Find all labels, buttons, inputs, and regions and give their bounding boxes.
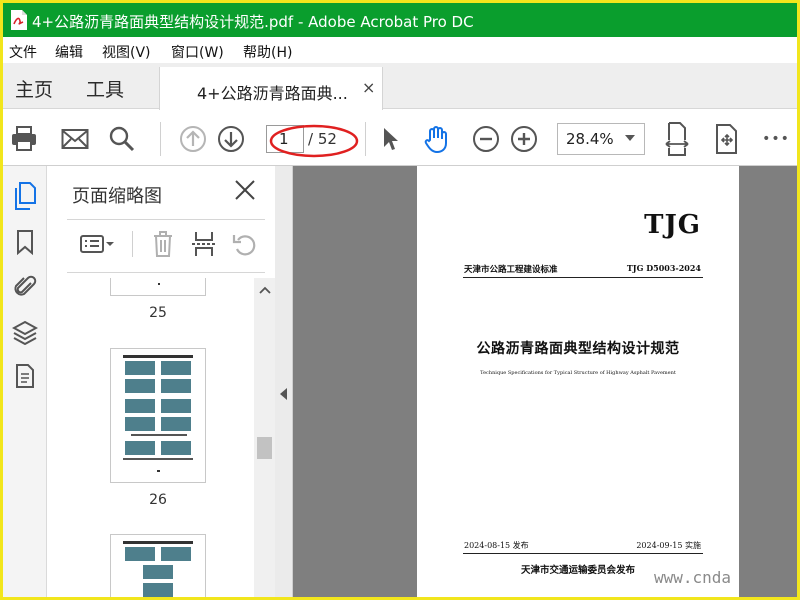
more-icon[interactable]: ••• [760,124,792,154]
scrollbar-thumb[interactable] [257,437,272,459]
menu-edit[interactable]: 编辑 [55,42,83,62]
document-title: 公路沥青路面典型结构设计规范 [476,341,680,357]
pdf-page: TJG 天津市公路工程建设标准 TJG D5003-2024 公路沥青路面典型结… [417,166,739,597]
annotation-ellipse [269,124,359,158]
collapse-panel-icon[interactable] [280,388,287,400]
panel-splitter[interactable] [275,166,293,597]
menu-view[interactable]: 视图(V) [102,42,151,62]
rotate-page-icon[interactable] [229,229,261,259]
document-tab-label: 4+公路沥青路面典... [197,84,348,103]
site-watermark: www.cnda [654,568,732,587]
issue-date: 2024-08-15 发布 [464,541,529,550]
document-view: TJG 天津市公路工程建设标准 TJG D5003-2024 公路沥青路面典型结… [275,166,797,597]
footer-rule [463,553,703,554]
rotate-view-icon[interactable] [711,122,743,156]
thumbnail-page-number: 25 [149,305,167,321]
close-tab-icon[interactable]: × [362,78,375,97]
header-rule [463,277,703,278]
thumbnails-panel: 页面缩略图 25 26 [47,166,275,597]
left-icon-strip [3,166,47,597]
thumbnail-page-27[interactable] [110,534,206,597]
thumbnail-options-icon[interactable] [77,229,117,259]
panel-divider [67,219,265,220]
standard-brand: TJG [644,210,701,240]
page-down-icon[interactable] [215,124,247,154]
menu-file[interactable]: 文件 [9,42,37,62]
zoom-level-value: 28.4% [566,130,614,148]
scroll-up-icon[interactable] [259,286,271,294]
panel-separator [132,231,133,257]
tab-document[interactable]: 4+公路沥青路面典... × [159,67,383,110]
bookmarks-icon[interactable] [12,228,38,256]
thumbnail-content [123,355,193,472]
fit-width-icon[interactable] [661,122,693,156]
tab-tools[interactable]: 工具 [86,75,124,102]
chevron-down-icon [625,135,635,141]
tab-home[interactable]: 主页 [15,75,53,102]
window-title: 4+公路沥青路面典型结构设计规范.pdf - Adobe Acrobat Pro… [32,13,474,31]
menu-window[interactable]: 窗口(W) [171,42,224,62]
layers-icon[interactable] [12,318,38,346]
document-properties-icon[interactable] [12,362,38,390]
menu-help[interactable]: 帮助(H) [243,42,292,62]
thumbnail-page-25[interactable] [110,278,206,296]
toolbar-separator [365,122,366,156]
print-icon[interactable] [8,124,40,154]
thumbnail-page-number: 26 [149,492,167,508]
thumbnail-scrollbar[interactable] [254,278,275,597]
panel-divider [67,272,265,273]
hand-tool-icon[interactable] [421,124,453,154]
attachments-icon[interactable] [12,272,38,300]
title-bar: 4+公路沥青路面典型结构设计规范.pdf - Adobe Acrobat Pro… [3,3,797,37]
thumbnail-list: 25 26 [47,278,254,597]
standard-category: 天津市公路工程建设标准 [464,265,558,275]
effective-date: 2024-09-15 实施 [636,541,701,550]
panel-title: 页面缩略图 [72,186,162,207]
app-window: 4+公路沥青路面典型结构设计规范.pdf - Adobe Acrobat Pro… [3,3,797,597]
zoom-in-icon[interactable] [508,124,540,154]
close-panel-icon[interactable] [233,178,257,202]
toolbar-separator [160,122,161,156]
search-icon[interactable] [106,124,138,154]
menu-bar: 文件 编辑 视图(V) 窗口(W) 帮助(H) [3,37,797,63]
select-cursor-icon[interactable] [374,124,406,154]
insert-page-icon[interactable] [187,229,221,259]
thumbnail-content [123,541,193,597]
email-icon[interactable] [59,124,91,154]
zoom-out-icon[interactable] [470,124,502,154]
page-thumbnails-icon[interactable] [12,182,38,210]
page-up-icon[interactable] [177,124,209,154]
delete-page-icon[interactable] [147,229,179,259]
pdf-file-icon [11,10,27,30]
zoom-level-dropdown[interactable]: 28.4% [557,123,645,155]
thumbnail-page-26[interactable] [110,348,206,483]
toolbar: 1 / 52 28.4% ••• [3,110,797,166]
standard-code: TJG D5003-2024 [626,263,701,273]
document-subtitle: Technique Specifications for Typical Str… [480,370,676,376]
tab-bar: 主页 工具 4+公路沥青路面典... × [3,63,797,110]
